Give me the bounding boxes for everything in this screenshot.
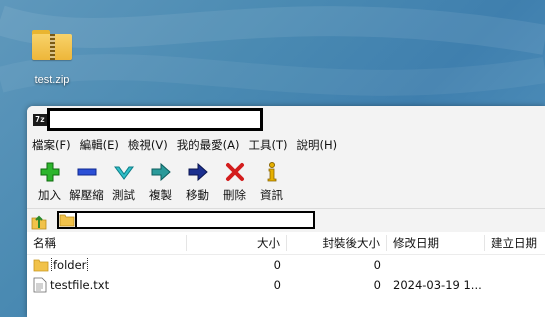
menu-tools[interactable]: 工具(T) <box>247 137 295 153</box>
file-size: 0 <box>273 278 281 292</box>
menu-favorites[interactable]: 我的最愛(A) <box>175 137 247 153</box>
delete-button[interactable]: 刪除 <box>216 156 253 208</box>
7zip-logo-icon: 7z <box>33 114 47 126</box>
delete-label: 刪除 <box>223 188 246 202</box>
copy-icon <box>151 162 171 182</box>
file-size: 0 <box>273 258 281 272</box>
info-label: 資訊 <box>260 188 283 202</box>
add-button[interactable]: 加入 <box>31 156 68 208</box>
file-name: testfile.txt <box>50 278 110 292</box>
info-button[interactable]: 資訊 <box>253 156 290 208</box>
column-packed-size[interactable]: 封裝後大小 <box>287 235 387 251</box>
add-icon <box>40 162 59 182</box>
column-modified[interactable]: 修改日期 <box>387 235 485 251</box>
file-packed-size: 0 <box>373 258 381 272</box>
table-row[interactable]: testfile.txt 0 0 2024-03-19 1... <box>27 275 545 295</box>
desktop-icon-test-zip[interactable]: test.zip <box>22 28 82 86</box>
file-name: folder <box>50 258 89 272</box>
list-header: 名稱 大小 封裝後大小 修改日期 建立日期 <box>27 232 545 255</box>
up-folder-icon[interactable] <box>30 212 48 230</box>
zip-folder-small-icon <box>59 213 75 227</box>
path-input[interactable] <box>57 211 315 229</box>
7zip-window: 7z 檔案(F) 編輯(E) 檢視(V) 我的最愛(A) 工具(T) 說明(H)… <box>27 106 545 317</box>
window-title-redacted <box>47 108 263 131</box>
copy-button[interactable]: 複製 <box>142 156 179 208</box>
test-button[interactable]: 測試 <box>105 156 142 208</box>
menu-edit[interactable]: 編輯(E) <box>78 137 126 153</box>
add-label: 加入 <box>38 188 61 202</box>
desktop-icon-label: test.zip <box>34 74 70 86</box>
extract-icon <box>77 168 96 176</box>
text-file-icon <box>33 277 47 293</box>
info-icon <box>267 162 276 182</box>
move-icon <box>188 162 208 182</box>
move-button[interactable]: 移動 <box>179 156 216 208</box>
extract-button[interactable]: 解壓縮 <box>68 156 105 208</box>
table-row[interactable]: folder 0 0 <box>27 255 545 275</box>
delete-icon <box>225 163 244 181</box>
column-name[interactable]: 名稱 <box>27 235 187 251</box>
test-label: 測試 <box>112 188 135 202</box>
column-created[interactable]: 建立日期 <box>485 235 545 251</box>
menu-view[interactable]: 檢視(V) <box>126 137 175 153</box>
title-bar[interactable]: 7z <box>27 106 545 134</box>
extract-label: 解壓縮 <box>69 188 104 202</box>
menu-help[interactable]: 說明(H) <box>295 137 345 153</box>
folder-icon <box>33 259 49 272</box>
address-bar <box>27 208 545 233</box>
toolbar: 加入 解壓縮 測試 複製 移動 刪除 資訊 <box>27 156 545 208</box>
move-label: 移動 <box>186 188 209 202</box>
menu-file[interactable]: 檔案(F) <box>30 137 78 153</box>
file-modified: 2024-03-19 1... <box>393 278 482 292</box>
copy-label: 複製 <box>149 188 172 202</box>
test-icon <box>113 166 134 180</box>
file-list: 名稱 大小 封裝後大小 修改日期 建立日期 folder 0 0 testfil… <box>27 232 545 317</box>
file-packed-size: 0 <box>373 278 381 292</box>
menu-bar: 檔案(F) 編輯(E) 檢視(V) 我的最愛(A) 工具(T) 說明(H) <box>27 134 545 156</box>
zip-folder-icon <box>30 28 74 62</box>
column-size[interactable]: 大小 <box>187 235 287 251</box>
